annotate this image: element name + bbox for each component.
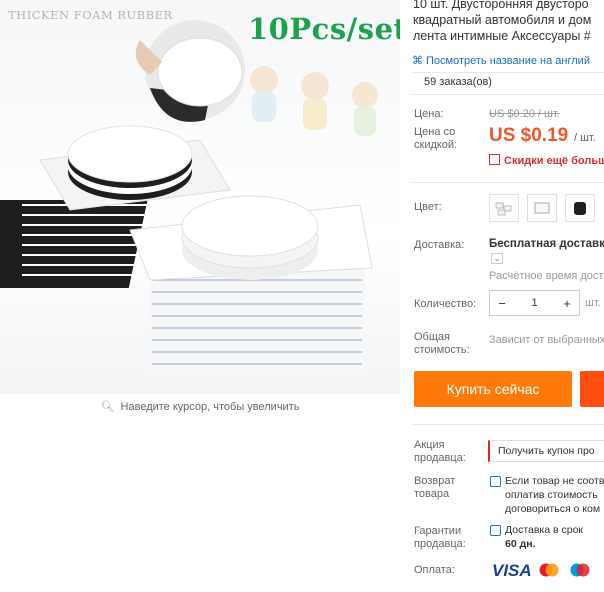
seller-promo-label-line: Акция (414, 439, 445, 451)
return-policy-line: договориться о ком (505, 503, 601, 515)
product-title-line: квадратный автомобиля и дом (413, 13, 592, 27)
small-white-pads-thumbnail (495, 202, 512, 216)
add-to-cart-button[interactable] (580, 371, 604, 407)
discount-price: US $0.19 (489, 125, 569, 146)
color-swatch-black-roll[interactable] (565, 194, 595, 222)
guarantee-label-line: продавца: (414, 538, 466, 550)
foam-pads-illustration (0, 20, 378, 378)
return-policy-line: Если товар не соотв (505, 475, 604, 487)
square-white-pad-thumbnail (534, 202, 550, 214)
divider (412, 424, 604, 425)
return-policy-text: Если товар не соотв оплатив стоимость до… (505, 474, 604, 516)
more-discounts-label: Скидки ещё больше (504, 155, 604, 167)
discount-label-line: Цена со (414, 126, 456, 138)
translate-icon: ⌘ (412, 55, 423, 67)
returns-label-line: Возврат (414, 475, 456, 487)
total-price-label: Общая стоимость: (414, 331, 470, 357)
quantity-unit: шт. (585, 297, 601, 309)
product-image[interactable]: THICKEN FOAM RUBBER 10Pcs/set (0, 0, 400, 394)
product-title: 10 шт. Двусторонняя двусторо квадратный … (413, 0, 604, 44)
delivery-truck-icon (490, 525, 501, 536)
orders-count: 59 заказа(ов) (424, 76, 492, 88)
guarantee-line: Доставка в срок (505, 524, 584, 536)
get-coupon-button[interactable]: Получить купон про (488, 440, 604, 462)
visa-icon: VISA (492, 561, 532, 580)
return-policy-icon (490, 476, 501, 487)
original-price: US $0.20 / шт. (489, 108, 560, 120)
quantity-label: Количество: (414, 298, 477, 310)
shipping-option[interactable]: Бесплатная доставка (489, 238, 604, 250)
discount-label-line: скидкой: (414, 139, 458, 151)
figurines-background (250, 66, 378, 136)
guarantee-label: Гарантии продавца: (414, 525, 466, 551)
buy-now-button[interactable]: Купить сейчас (414, 371, 572, 407)
guarantee-days: 60 дн. (505, 538, 536, 550)
seller-promo-label: Акция продавца: (414, 439, 466, 465)
payment-label: Оплата: (414, 564, 455, 576)
color-label: Цвет: (414, 201, 442, 213)
divider (412, 182, 604, 183)
product-title-line: 10 шт. Двусторонняя двусторо (413, 0, 589, 11)
translate-link-label: Посмотреть название на англий (426, 55, 590, 67)
black-roll-thumbnail (574, 202, 586, 215)
total-label-line: стоимость: (414, 344, 470, 356)
divider (412, 94, 604, 95)
view-english-title-link[interactable]: ⌘ Посмотреть название на англий (412, 54, 590, 67)
estimated-delivery: Расчётное время доста (489, 270, 604, 282)
qr-code-icon (489, 154, 500, 165)
zoom-hint-text: Наведите курсор, чтобы увеличить (120, 401, 300, 413)
maestro-icon (570, 563, 590, 577)
peeled-circle-inset (135, 20, 245, 122)
returns-label: Возврат товара (414, 475, 455, 501)
zoom-hint: 🔍︎ Наведите курсор, чтобы увеличить (0, 400, 400, 413)
color-swatch-square-white-pad[interactable] (527, 194, 557, 222)
more-discounts-link[interactable]: Скидки ещё больше (489, 154, 604, 167)
total-label-line: Общая (414, 331, 450, 343)
returns-label-line: товара (414, 488, 450, 500)
magnifier-icon: 🔍︎ (100, 401, 115, 413)
chevron-down-icon[interactable]: ⌄ (491, 253, 503, 264)
return-policy-line: оплатив стоимость (505, 489, 598, 501)
quantity-input[interactable]: 1 (514, 297, 555, 309)
price-unit: / шт. (574, 132, 596, 144)
product-info-panel: 10 шт. Двусторонняя двусторо квадратный … (412, 0, 604, 592)
image-caption: THICKEN FOAM RUBBER (8, 8, 173, 22)
divider (412, 72, 604, 73)
image-badge: 10Pcs/set (248, 12, 400, 46)
seller-promo-label-line: продавца: (414, 452, 466, 464)
quantity-stepper: − 1 + (489, 290, 580, 316)
quantity-increase-button[interactable]: + (555, 296, 579, 311)
guarantee-label-line: Гарантии (414, 525, 462, 537)
shipping-label: Доставка: (414, 239, 465, 251)
white-pad-stack (129, 195, 373, 378)
mastercard-icon (539, 563, 559, 577)
total-price-value: Зависит от выбранных (489, 334, 604, 346)
guarantee-text: Доставка в срок 60 дн. (505, 523, 583, 551)
price-label: Цена: (414, 108, 444, 120)
discount-price-label: Цена со скидкой: (414, 126, 457, 152)
product-title-line: лента интимные Аксессуары # (413, 29, 591, 43)
color-swatch-small-white-pads[interactable] (489, 194, 519, 222)
quantity-decrease-button[interactable]: − (490, 296, 514, 311)
